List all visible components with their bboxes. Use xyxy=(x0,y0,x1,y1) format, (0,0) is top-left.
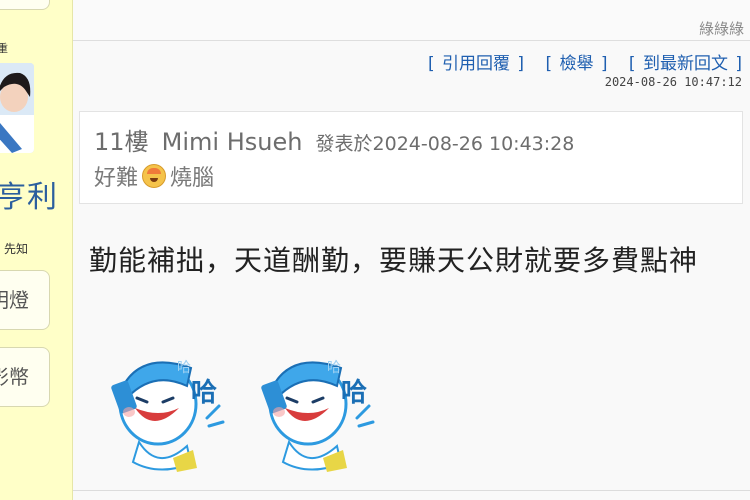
previous-post-quote-mark: “” xyxy=(143,0,158,6)
exploding-head-emoji-icon xyxy=(142,164,167,188)
avatar-image xyxy=(0,63,34,153)
sticker-text: 哈 xyxy=(341,377,367,407)
reply-with-quote-link[interactable]: [ 引用回覆 ] xyxy=(428,54,524,74)
sidebar-username[interactable]: 亨利 xyxy=(0,172,58,216)
sidebar-rank-label: 先知 xyxy=(4,242,29,256)
post-actions: [ 引用回覆 ] [ 檢舉 ] [ 到最新回文 ] xyxy=(414,49,742,74)
sidebar-top-box xyxy=(0,0,50,10)
laughing-mascot-sticker-icon: 哈 哈 xyxy=(111,359,225,472)
quote-header: 11樓 Mimi Hsueh 發表於2024-08-26 10:43:28 xyxy=(94,122,574,157)
quote-body-end: 燒腦 xyxy=(170,166,215,191)
quote-body: 好難 燒腦 xyxy=(94,160,214,192)
previous-post-text: 綠綠綠 xyxy=(698,20,744,38)
forum-post: [ 引用回覆 ] [ 檢舉 ] [ 到最新回文 ] 2024-08-26 10:… xyxy=(73,41,750,500)
quote-body-start: 好難 xyxy=(94,166,139,191)
latest-reply-link[interactable]: [ 到最新回文 ] xyxy=(629,54,742,74)
avatar[interactable] xyxy=(0,63,34,153)
quoted-post: 11樓 Mimi Hsueh 發表於2024-08-26 10:43:28 好難… xyxy=(79,111,743,204)
post-timestamp: 2024-08-26 10:47:12 xyxy=(604,75,742,89)
laughing-mascot-sticker-icon: 哈 哈 xyxy=(261,359,375,472)
sidebar-button-lamp[interactable]: 明燈 xyxy=(0,270,50,330)
quote-date: 發表於2024-08-26 10:43:28 xyxy=(315,133,575,155)
sidebar-button-coin[interactable]: 影幣 xyxy=(0,347,50,407)
sticker-text: 哈 xyxy=(191,377,217,407)
quote-author: Mimi Hsueh xyxy=(161,128,303,156)
post-divider xyxy=(73,490,750,491)
report-link[interactable]: [ 檢舉 ] xyxy=(545,54,607,74)
sticker-text-faint: 哈 xyxy=(327,359,341,375)
author-sidebar: 重 亨利 先知 明燈 影幣 xyxy=(0,0,73,500)
quote-floor: 11樓 xyxy=(94,128,149,156)
post-content: 勤能補拙，天道酬勤，要賺天公財就要多費點神 xyxy=(89,244,699,277)
previous-post: “” 綠綠綠 xyxy=(73,0,750,41)
sidebar-tiny-label: 重 xyxy=(0,40,8,56)
sticker-text-faint: 哈 xyxy=(177,359,191,375)
